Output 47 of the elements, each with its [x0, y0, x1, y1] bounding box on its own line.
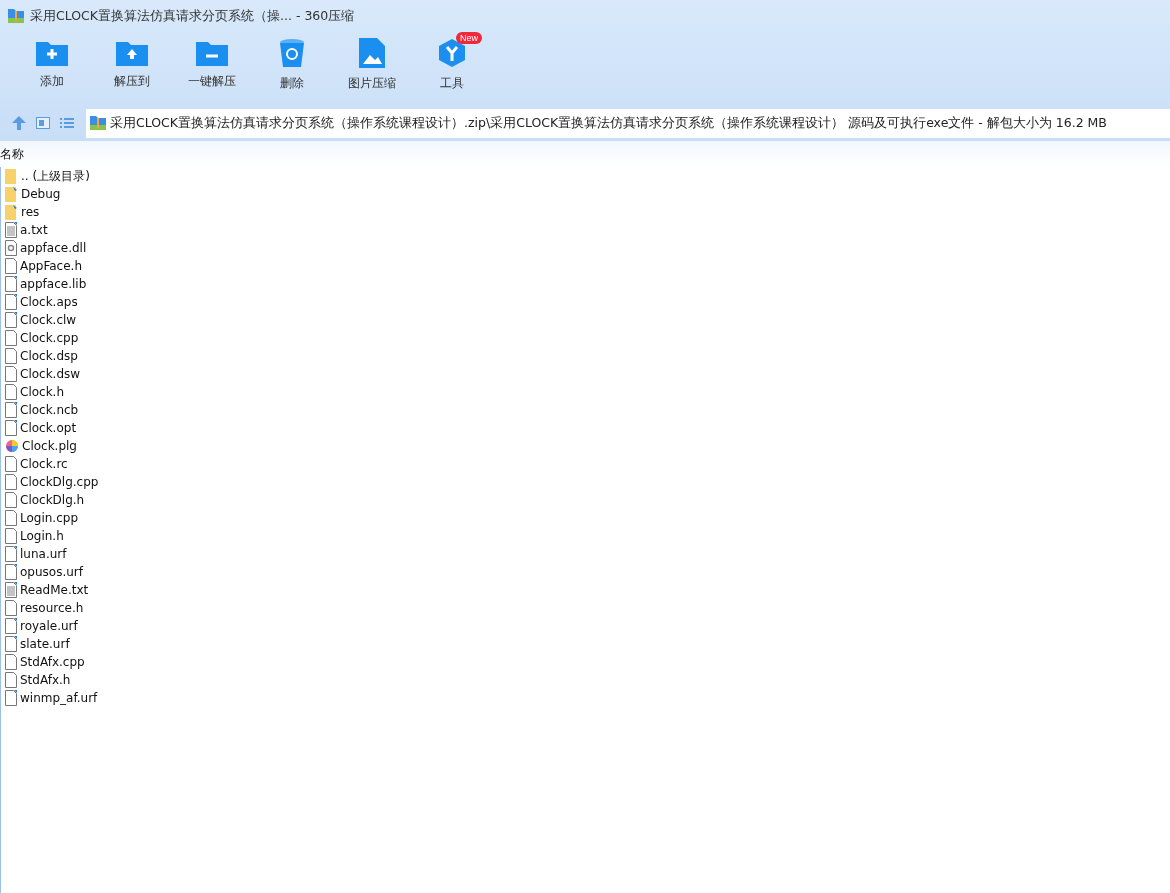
- file-name[interactable]: winmp_af.urf: [20, 691, 98, 705]
- toolbar-button[interactable]: 解压到: [92, 32, 172, 104]
- file-name[interactable]: a.txt: [20, 223, 48, 237]
- file-name[interactable]: appface.dll: [20, 241, 87, 255]
- image-file-icon: [359, 38, 385, 68]
- address-field[interactable]: 采用CLOCK置换算法仿真请求分页系统（操作系统课程设计）.zip\采用CLOCK置换算法仿真请求分页系统（操作系统课程设计） 源码及可执行exe文件 - 解包大小为 16.2 MB: [86, 108, 1170, 138]
- column-header[interactable]: 名称: [0, 145, 24, 163]
- file-name[interactable]: Clock.plg: [22, 439, 77, 453]
- archive-icon: [90, 115, 106, 131]
- file-name[interactable]: AppFace.h: [20, 259, 82, 273]
- file-name[interactable]: luna.urf: [20, 547, 67, 561]
- up-arrow-icon[interactable]: [12, 116, 26, 130]
- window-icon[interactable]: [36, 117, 50, 129]
- archive-icon: [8, 8, 24, 24]
- file-name[interactable]: slate.urf: [20, 637, 70, 651]
- file-name[interactable]: StdAfx.h: [20, 673, 71, 687]
- toolbar-button[interactable]: 一键解压: [172, 32, 252, 104]
- list-icon[interactable]: [60, 117, 74, 129]
- file-name[interactable]: Clock.ncb: [20, 403, 79, 417]
- file-name[interactable]: ClockDlg.cpp: [20, 475, 99, 489]
- file-name[interactable]: Login.h: [20, 529, 64, 543]
- file-name[interactable]: Clock.rc: [20, 457, 68, 471]
- file-name[interactable]: resource.h: [20, 601, 84, 615]
- file-name[interactable]: ReadMe.txt: [20, 583, 89, 597]
- file-name[interactable]: ClockDlg.h: [20, 493, 85, 507]
- toolbar-button[interactable]: New 工具: [412, 32, 492, 104]
- new-badge: New: [456, 32, 482, 44]
- file-name[interactable]: Clock.h: [20, 385, 65, 399]
- file-name[interactable]: Debug: [21, 187, 61, 201]
- window-title: 采用CLOCK置换算法仿真请求分页系统（操... - 360压缩: [30, 7, 355, 25]
- file-name[interactable]: appface.lib: [20, 277, 87, 291]
- file-name[interactable]: Clock.clw: [20, 313, 77, 327]
- toolbar-button[interactable]: 添加: [12, 32, 92, 104]
- file-name[interactable]: Clock.dsw: [20, 367, 81, 381]
- recycle-bin-icon: [279, 38, 305, 68]
- file-name[interactable]: Clock.opt: [20, 421, 77, 435]
- toolbar-button[interactable]: 图片压缩: [332, 32, 412, 104]
- file-name[interactable]: Clock.dsp: [20, 349, 78, 363]
- file-name[interactable]: Login.cpp: [20, 511, 79, 525]
- file-name[interactable]: Clock.aps: [20, 295, 78, 309]
- file-name[interactable]: opusos.urf: [20, 565, 83, 579]
- file-name[interactable]: royale.urf: [20, 619, 78, 633]
- file-name[interactable]: res: [21, 205, 40, 219]
- toolbar-button[interactable]: 删除: [252, 32, 332, 104]
- file-name[interactable]: .. (上级目录): [21, 167, 90, 185]
- file-name[interactable]: Clock.cpp: [20, 331, 79, 345]
- file-name[interactable]: StdAfx.cpp: [20, 655, 85, 669]
